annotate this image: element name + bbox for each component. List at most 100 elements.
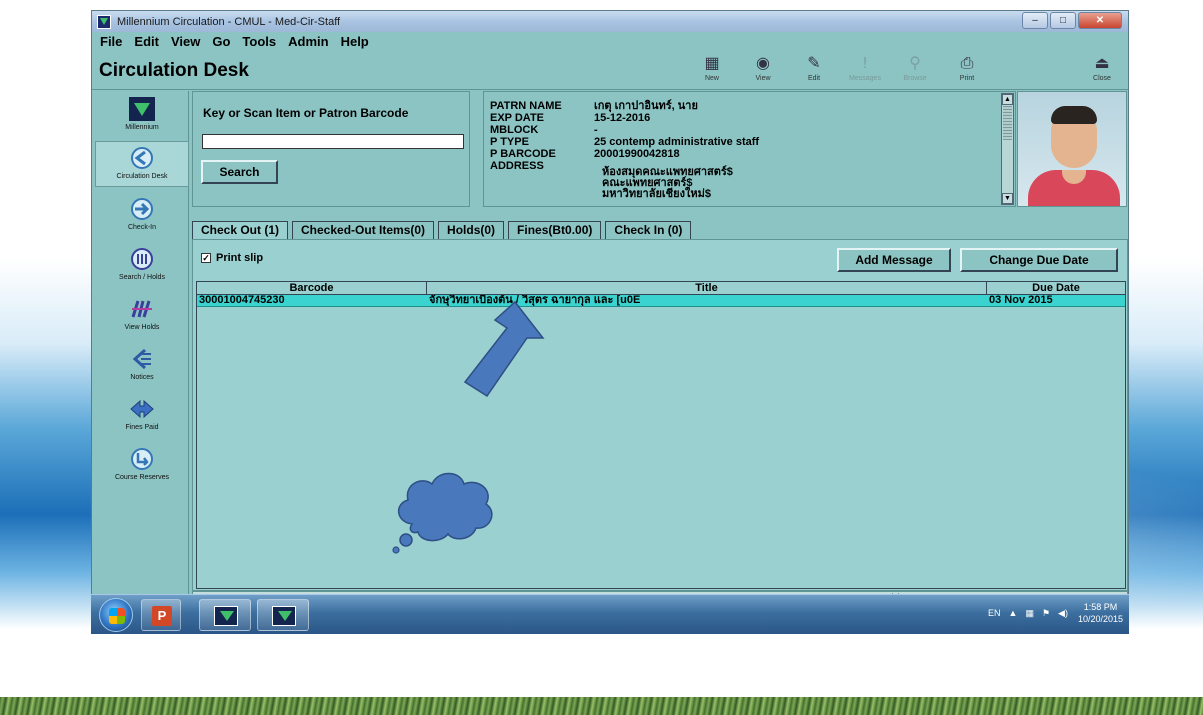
checkout-panel: ✓ Print slip Add Message Change Due Date… bbox=[192, 239, 1128, 591]
sidebar-item-view-holds[interactable]: View Holds bbox=[95, 297, 189, 331]
title-bar[interactable]: Millennium Circulation - CMUL - Med-Cir-… bbox=[92, 11, 1128, 32]
taskbar-millennium-2[interactable] bbox=[257, 599, 309, 631]
toolbar-browse-label: Browse bbox=[903, 75, 927, 82]
tab-holds[interactable]: Holds(0) bbox=[438, 221, 505, 240]
millennium-app-icon bbox=[97, 14, 111, 29]
tab-fines[interactable]: Fines(Bt0.00) bbox=[508, 221, 602, 240]
patron-info-panel: PATRN NAME เกตุ เกาปาอินทร์, นาย EXP DAT… bbox=[483, 91, 1016, 207]
sidebar-item-check-in[interactable]: Check-In bbox=[95, 197, 189, 231]
close-window-button[interactable]: ✕ bbox=[1078, 12, 1122, 29]
menu-admin[interactable]: Admin bbox=[288, 34, 328, 49]
mblock-value: - bbox=[594, 124, 598, 136]
patron-field-row: EXP DATE 15-12-2016 bbox=[490, 112, 759, 124]
new-icon: ▦ bbox=[704, 55, 720, 72]
clock[interactable]: 1:58 PM 10/20/2015 bbox=[1078, 601, 1123, 625]
change-due-date-button[interactable]: Change Due Date bbox=[960, 248, 1118, 272]
search-button[interactable]: Search bbox=[201, 160, 278, 184]
toolbar: Circulation Desk ▦ New ◉ View ✎ Edit ! M… bbox=[92, 50, 1128, 90]
millennium-logo-icon bbox=[129, 97, 155, 121]
sidebar-item-search-holds[interactable]: Search / Holds bbox=[95, 247, 189, 281]
check-in-icon bbox=[131, 198, 153, 220]
sidebar-item-fines-paid[interactable]: Fines Paid bbox=[95, 397, 189, 431]
menu-edit[interactable]: Edit bbox=[134, 34, 159, 49]
menu-tools[interactable]: Tools bbox=[242, 34, 276, 49]
toolbar-browse-button[interactable]: ⚲ Browse bbox=[895, 52, 935, 82]
add-message-button[interactable]: Add Message bbox=[837, 248, 951, 272]
patron-scrollbar[interactable]: ▲ ▼ bbox=[1001, 93, 1014, 205]
toolbar-close-button[interactable]: ⏏ Close bbox=[1082, 52, 1122, 82]
view-icon: ◉ bbox=[756, 55, 770, 72]
print-slip-checkbox[interactable]: ✓ bbox=[201, 253, 211, 263]
clock-time: 1:58 PM bbox=[1083, 602, 1118, 612]
barcode-scan-label: Key or Scan Item or Patron Barcode bbox=[203, 106, 409, 120]
edit-icon: ✎ bbox=[807, 55, 821, 72]
millennium-icon bbox=[272, 606, 296, 626]
sidebar-item-label: Check-In bbox=[127, 224, 156, 231]
toolbar-edit-button[interactable]: ✎ Edit bbox=[794, 52, 834, 82]
toolbar-edit-label: Edit bbox=[807, 75, 821, 82]
window-controls: – □ ✕ bbox=[1022, 12, 1122, 29]
barcode-input[interactable] bbox=[202, 134, 464, 149]
menu-view[interactable]: View bbox=[171, 34, 200, 49]
system-tray: EN ▲ ▦ ⚑ ◀) 1:58 PM 10/20/2015 bbox=[980, 601, 1123, 625]
menu-bar: File Edit View Go Tools Admin Help bbox=[92, 32, 1128, 50]
taskbar-powerpoint[interactable]: P bbox=[141, 599, 181, 631]
patron-field-key: P TYPE bbox=[490, 136, 529, 148]
sidebar-item-notices[interactable]: Notices bbox=[95, 347, 189, 381]
patron-field-key: MBLOCK bbox=[490, 124, 539, 136]
address-lines: ห้องสมุดคณะแพทยศาสตร์$ คณะแพทยศาสตร์$ มห… bbox=[602, 167, 733, 200]
circulation-desk-icon bbox=[131, 147, 153, 169]
row-barcode: 30001004745230 bbox=[199, 295, 285, 306]
taskbar-millennium-1[interactable] bbox=[199, 599, 251, 631]
toolbar-view-button[interactable]: ◉ View bbox=[743, 52, 783, 82]
scroll-thumb[interactable] bbox=[1003, 106, 1012, 140]
maximize-button[interactable]: □ bbox=[1050, 12, 1076, 29]
column-header-title[interactable]: Title bbox=[427, 282, 987, 294]
toolbar-print-button[interactable]: ⎙ Print bbox=[947, 52, 987, 82]
taskbar: P EN ▲ ▦ ⚑ ◀) 1:58 PM 10/20/2015 bbox=[91, 594, 1129, 634]
network-icon[interactable]: ▦ bbox=[1025, 608, 1034, 619]
powerpoint-icon: P bbox=[152, 606, 172, 626]
tab-checked-out-items[interactable]: Checked-Out Items(0) bbox=[292, 221, 435, 240]
sidebar-item-course-reserves[interactable]: Course Reserves bbox=[95, 447, 189, 481]
menu-file[interactable]: File bbox=[100, 34, 122, 49]
toolbar-print-label: Print bbox=[959, 75, 975, 82]
sidebar-item-label: Circulation Desk bbox=[116, 173, 168, 180]
volume-icon[interactable]: ◀) bbox=[1058, 608, 1068, 619]
language-indicator[interactable]: EN bbox=[988, 608, 1001, 618]
search-holds-icon bbox=[131, 248, 153, 270]
action-center-icon[interactable]: ⚑ bbox=[1042, 608, 1050, 619]
start-button[interactable] bbox=[99, 598, 133, 632]
ptype-value: 25 contemp administrative staff bbox=[594, 136, 760, 148]
toolbar-view-label: View bbox=[755, 75, 771, 82]
menu-go[interactable]: Go bbox=[212, 34, 230, 49]
browse-icon: ⚲ bbox=[909, 55, 921, 72]
sidebar-item-circulation-desk[interactable]: Circulation Desk bbox=[95, 141, 189, 187]
scroll-down-icon[interactable]: ▼ bbox=[1002, 193, 1013, 204]
show-hidden-icons-icon[interactable]: ▲ bbox=[1009, 608, 1018, 618]
minimize-button[interactable]: – bbox=[1022, 12, 1048, 29]
sidebar-item-millennium[interactable]: Millennium bbox=[95, 97, 189, 131]
column-header-barcode[interactable]: Barcode bbox=[197, 282, 427, 294]
patron-field-row: MBLOCK - bbox=[490, 124, 759, 136]
patron-field-key: EXP DATE bbox=[490, 112, 544, 124]
fines-paid-icon bbox=[130, 399, 154, 419]
print-slip-label: Print slip bbox=[216, 252, 264, 264]
print-slip-option[interactable]: ✓ Print slip bbox=[201, 252, 263, 264]
course-reserves-icon bbox=[131, 448, 153, 470]
annotation-thought-cloud bbox=[392, 472, 493, 554]
patron-photo bbox=[1017, 91, 1127, 207]
tab-check-in[interactable]: Check In (0) bbox=[605, 221, 692, 240]
toolbar-new-button[interactable]: ▦ New bbox=[692, 52, 732, 82]
clock-date: 10/20/2015 bbox=[1077, 614, 1123, 624]
patron-field-key: P BARCODE bbox=[490, 148, 556, 160]
photo-hair bbox=[1051, 106, 1097, 124]
table-row[interactable]: 30001004745230 จักษุวิทยาเบื้องต้น / วิส… bbox=[197, 295, 1125, 307]
patron-fields: PATRN NAME เกตุ เกาปาอินทร์, นาย EXP DAT… bbox=[490, 100, 759, 172]
sidebar-item-label: Notices bbox=[130, 374, 154, 381]
window-title: Millennium Circulation - CMUL - Med-Cir-… bbox=[117, 15, 341, 28]
toolbar-messages-button[interactable]: ! Messages bbox=[845, 52, 885, 82]
menu-help[interactable]: Help bbox=[341, 34, 369, 49]
column-header-due-date[interactable]: Due Date bbox=[987, 282, 1125, 294]
scroll-up-icon[interactable]: ▲ bbox=[1002, 94, 1013, 105]
